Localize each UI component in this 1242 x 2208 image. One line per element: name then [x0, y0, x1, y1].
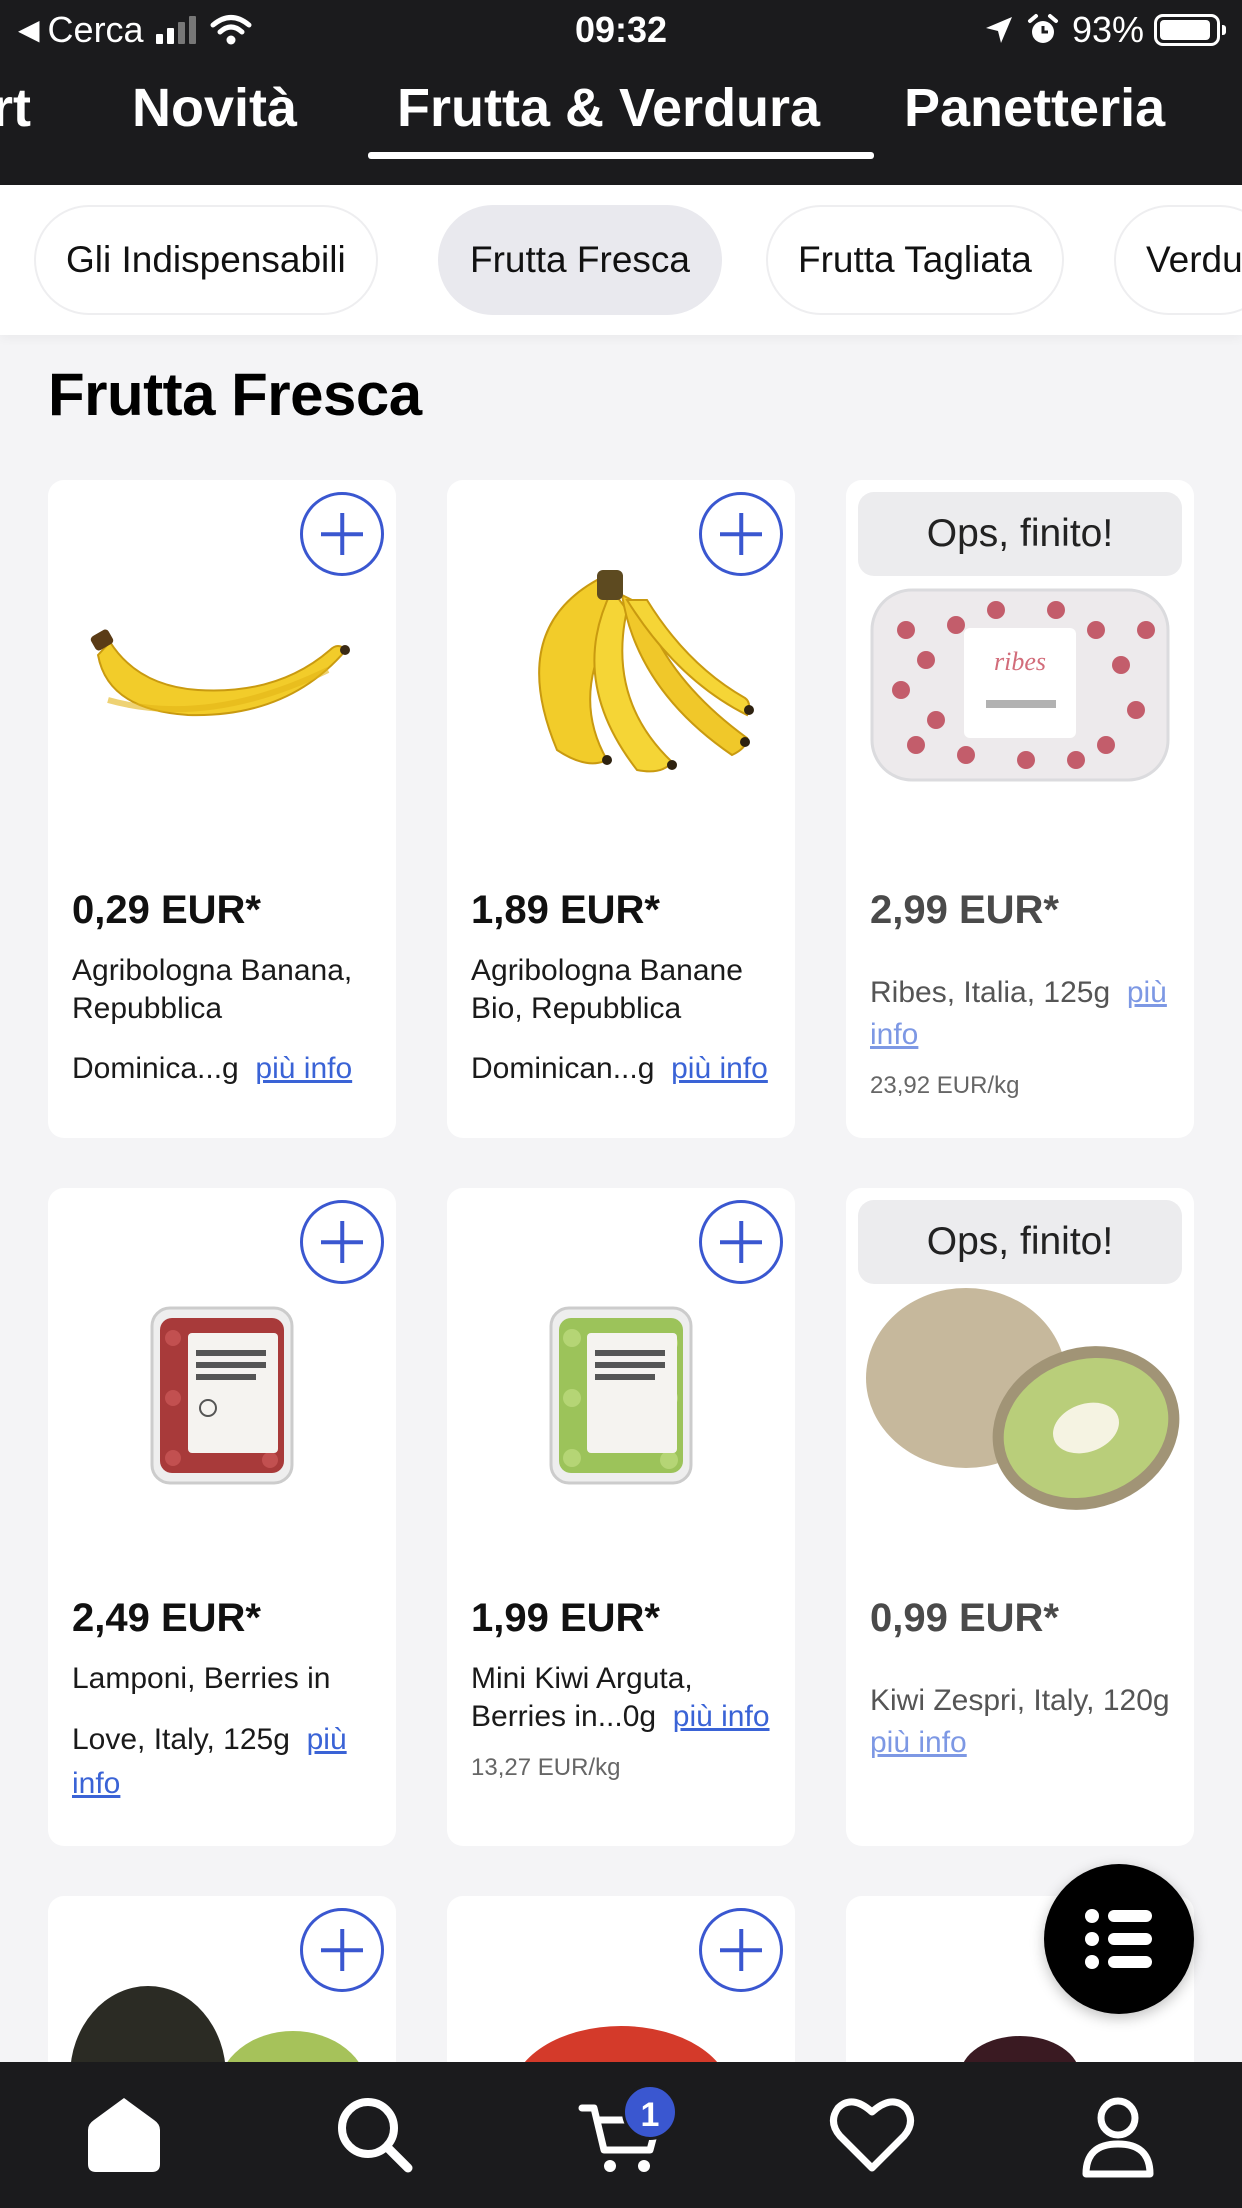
section-title: Frutta Fresca [48, 361, 422, 428]
profile-icon[interactable] [1068, 2084, 1168, 2184]
more-info-link[interactable]: più info [673, 1700, 770, 1733]
mini-kiwi-pack-image [549, 1306, 693, 1485]
category-tab-partial[interactable]: rt [0, 76, 31, 140]
chip-verdura[interactable]: Verdu [1114, 205, 1242, 315]
unit-price: 13,27 EUR/kg [471, 1754, 621, 1781]
product-price: 2,99 EUR* [870, 888, 1059, 932]
product-card[interactable]: 0,29 EUR* Agribologna Banana, Repubblica… [48, 480, 396, 1138]
cart-count-badge: 1 [622, 2084, 678, 2140]
list-view-button[interactable] [1044, 1864, 1194, 2014]
search-icon[interactable] [324, 2084, 424, 2184]
product-name-tail: Dominica...g [72, 1052, 239, 1085]
product-name-cont: Dominican...g più info [471, 1050, 781, 1088]
category-tab-panetteria[interactable]: Panetteria [904, 76, 1165, 140]
battery-percent: 93% [1071, 9, 1144, 50]
product-name: Agribologna Banane Bio, Repubblica [471, 954, 743, 1025]
add-to-cart-button[interactable] [699, 1908, 783, 1992]
add-to-cart-button[interactable] [699, 492, 783, 576]
sold-out-badge: Ops, finito! [858, 1200, 1182, 1284]
active-tab-indicator [368, 152, 874, 159]
product-price: 1,89 EUR* [471, 888, 660, 932]
more-info-link[interactable]: più info [255, 1052, 352, 1085]
alarm-icon [1027, 14, 1058, 43]
product-price: 2,49 EUR* [72, 1596, 261, 1640]
product-card[interactable]: ribes Ops, finito! 2,99 EUR* Ribes, Ital… [846, 480, 1194, 1138]
top-header: ◀ Cerca 09:32 93% rt Novità Frutta & Ver… [0, 0, 1242, 185]
product-name-tail: Love, Italy, 125g [72, 1723, 290, 1756]
list-icon [1085, 1909, 1152, 1969]
more-info-link[interactable]: più info [671, 1052, 768, 1085]
sold-out-badge: Ops, finito! [858, 492, 1182, 576]
category-tab-novita[interactable]: Novità [132, 76, 297, 140]
bottom-nav [0, 2062, 1242, 2208]
product-name-cont: Love, Italy, 125g più info [72, 1718, 382, 1806]
svg-text:ribes: ribes [994, 647, 1046, 676]
product-name-tail: Dominican...g [471, 1052, 655, 1085]
add-to-cart-button[interactable] [300, 1908, 384, 1992]
product-price: 0,29 EUR* [72, 888, 261, 932]
product-card[interactable]: 1,99 EUR* Mini Kiwi Arguta, Berries in..… [447, 1188, 795, 1846]
product-name-tail: Berries in...0g [471, 1700, 657, 1733]
product-name-cont: Berries in...0g più info [471, 1698, 781, 1736]
product-price: 0,99 EUR* [870, 1596, 1059, 1640]
product-price: 1,99 EUR* [471, 1596, 660, 1640]
status-bar-right: 93% [984, 9, 1226, 50]
redcurrant-pack-image: ribes [870, 588, 1170, 782]
add-to-cart-button[interactable] [300, 492, 384, 576]
product-name: Agribologna Banana, Repubblica [72, 954, 353, 1025]
kiwi-image [866, 1288, 1180, 1510]
category-tab-frutta-verdura[interactable]: Frutta & Verdura [397, 76, 820, 140]
add-to-cart-button[interactable] [699, 1200, 783, 1284]
product-name-cont: Dominica...g più info [72, 1050, 382, 1088]
product-name: Lamponi, Berries in [72, 1662, 331, 1695]
product-name: Mini Kiwi Arguta, [471, 1662, 693, 1695]
banana-image [90, 629, 350, 717]
banana-bunch-image [538, 570, 754, 773]
raspberry-pack-image [150, 1306, 294, 1485]
product-card[interactable]: 2,49 EUR* Lamponi, Berries in Love, Ital… [48, 1188, 396, 1846]
add-to-cart-button[interactable] [300, 1200, 384, 1284]
product-card[interactable]: Ops, finito! 0,99 EUR* Kiwi Zespri, Ital… [846, 1188, 1194, 1846]
product-name: Kiwi Zespri, Italy, 120g [870, 1684, 1170, 1717]
product-name-block: Kiwi Zespri, Italy, 120g più info [870, 1680, 1180, 1764]
product-name: Ribes, Italia, 125g [870, 976, 1111, 1009]
battery-icon [1154, 14, 1226, 46]
subcategory-bar: Gli Indispensabili Frutta Fresca Frutta … [0, 185, 1242, 335]
product-card[interactable]: 1,89 EUR* Agribologna Banane Bio, Repubb… [447, 480, 795, 1138]
unit-price: 23,92 EUR/kg [870, 1072, 1020, 1099]
chip-gli-indispensabili[interactable]: Gli Indispensabili [34, 205, 378, 315]
more-info-link[interactable]: più info [870, 1726, 967, 1759]
product-name-block: Ribes, Italia, 125g più info [870, 972, 1180, 1056]
chip-frutta-tagliata[interactable]: Frutta Tagliata [766, 205, 1064, 315]
chip-frutta-fresca[interactable]: Frutta Fresca [438, 205, 722, 315]
location-arrow-icon [985, 17, 1012, 43]
heart-icon[interactable] [822, 2084, 922, 2184]
home-icon[interactable] [74, 2084, 174, 2184]
